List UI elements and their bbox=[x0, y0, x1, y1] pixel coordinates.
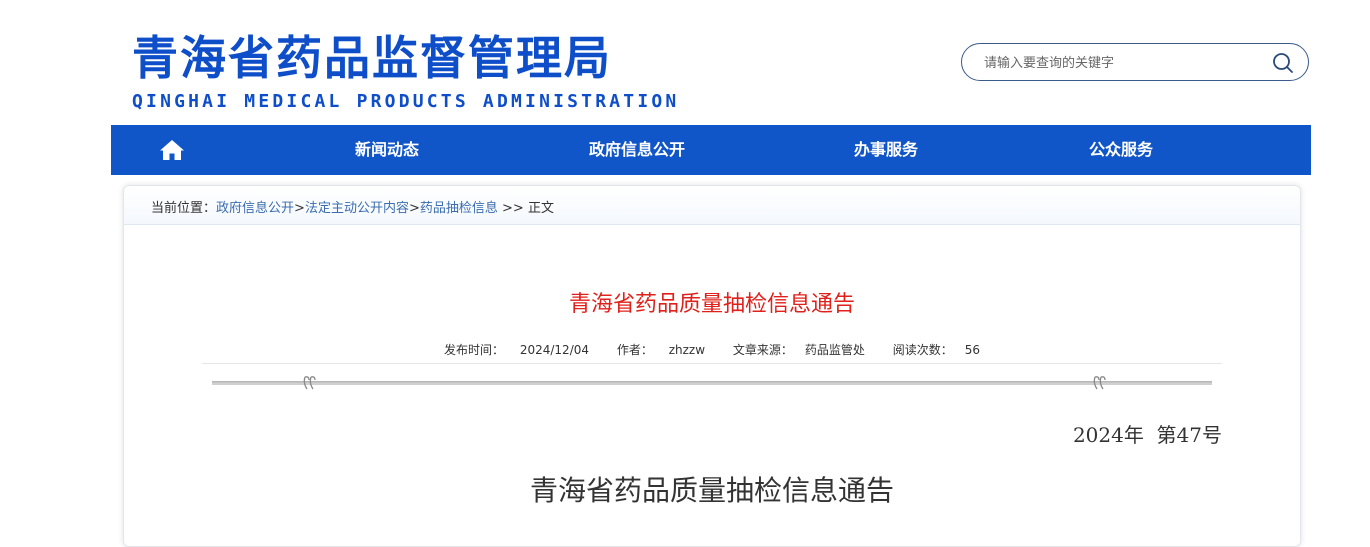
search-input[interactable] bbox=[982, 51, 1256, 75]
site-title: 青海省药品监督管理局 bbox=[132, 31, 612, 85]
breadcrumb-link-gov-info[interactable]: 政府信息公开 bbox=[216, 201, 294, 216]
breadcrumb-prefix: 当前位置： bbox=[151, 201, 217, 216]
breadcrumb-sep: > bbox=[408, 201, 420, 216]
content-panel: 当前位置：政府信息公开>法定主动公开内容>药品抽检信息 >> 正文 青海省药品质… bbox=[123, 185, 1301, 547]
breadcrumb-bar: 当前位置：政府信息公开>法定主动公开内容>药品抽检信息 >> 正文 bbox=[124, 186, 1300, 225]
meta-divider bbox=[202, 363, 1222, 364]
article-meta: 发布时间： 2024/12/04 作者： zhzzw 文章来源： 药品监管处 阅读… bbox=[124, 341, 1300, 358]
breadcrumb-link-drug-inspection[interactable]: 药品抽检信息 bbox=[420, 201, 498, 216]
source: 文章来源： 药品监管处 bbox=[732, 343, 865, 357]
breadcrumb-sep: >> bbox=[497, 201, 528, 216]
breadcrumb-link-statutory[interactable]: 法定主动公开内容 bbox=[305, 201, 409, 216]
nav-item-services[interactable]: 办事服务 bbox=[854, 125, 918, 175]
nav-item-news[interactable]: 新闻动态 bbox=[355, 125, 419, 175]
breadcrumb-current: 正文 bbox=[527, 201, 554, 216]
site-subtitle: QINGHAI MEDICAL PRODUCTS ADMINISTRATION bbox=[132, 91, 680, 112]
search-box bbox=[961, 43, 1309, 81]
main-nav: 新闻动态 政府信息公开 办事服务 公众服务 bbox=[111, 125, 1311, 175]
decorative-rail-divider bbox=[212, 376, 1212, 390]
issue-number: 2024年 第47号 bbox=[1072, 423, 1222, 447]
publish-date: 发布时间： 2024/12/04 bbox=[444, 343, 590, 357]
home-icon[interactable] bbox=[159, 138, 185, 162]
breadcrumb: 当前位置：政府信息公开>法定主动公开内容>药品抽检信息 >> 正文 bbox=[151, 197, 554, 216]
read-count: 阅读次数： 56 bbox=[892, 343, 980, 357]
nav-item-public[interactable]: 公众服务 bbox=[1089, 125, 1153, 175]
document-title: 青海省药品质量抽检信息通告 bbox=[529, 474, 894, 507]
author: 作者： zhzzw bbox=[616, 343, 706, 357]
nav-item-gov-info[interactable]: 政府信息公开 bbox=[589, 125, 685, 175]
search-icon[interactable] bbox=[1272, 52, 1294, 74]
breadcrumb-sep: > bbox=[294, 201, 305, 216]
article-title: 青海省药品质量抽检信息通告 bbox=[568, 292, 855, 317]
